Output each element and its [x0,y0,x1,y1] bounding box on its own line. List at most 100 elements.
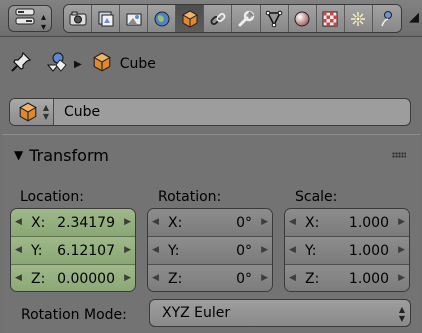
tab-modifiers[interactable] [232,5,261,32]
axis-label: Y: [168,242,180,259]
axis-label: X: [31,214,46,231]
decrement-arrow-icon[interactable]: ◀ [289,273,296,283]
field-value: 0.00000 [57,271,115,287]
scale-x-field[interactable]: ◀ X: 1.000 ▶ [285,209,409,237]
drag-handle-icon[interactable] [392,152,406,158]
decrement-arrow-icon[interactable]: ◀ [152,217,159,227]
tab-render[interactable] [64,5,93,32]
transform-panel-header[interactable]: ▼ Transform [2,135,420,175]
axis-label: Z: [31,271,46,287]
scale-label: Scale: [295,189,338,205]
rotation-x-field[interactable]: ◀ X: 0° ▶ [148,209,272,237]
object-name-input[interactable]: Cube [54,104,100,120]
increment-arrow-icon[interactable]: ▶ [124,217,131,227]
rotation-z-field[interactable]: ◀ Z: 0° ▶ [148,265,272,291]
particles-icon [351,11,366,26]
scene-icon [126,13,142,25]
field-value: 6.12107 [57,242,115,259]
field-value: 2.34179 [57,214,115,231]
rotation-mode-label: Rotation Mode: [21,307,127,323]
decrement-arrow-icon[interactable]: ◀ [289,245,296,255]
increment-arrow-icon[interactable]: ▶ [124,245,131,255]
axis-label: Y: [305,242,317,259]
field-value: 0° [236,242,252,259]
properties-header: ▴ ▾ ◢ [0,0,422,37]
chevron-updown-icon: ▲ ▼ [398,305,405,323]
axis-label: X: [305,214,320,231]
texture-icon [322,11,338,26]
tab-particles[interactable] [344,5,373,32]
rotation-mode-select[interactable]: XYZ Euler ▲ ▼ [149,299,411,327]
context-path: ▶ Cube [10,50,410,78]
editor-type-menu[interactable]: ▴ ▾ [8,5,52,33]
increment-arrow-icon[interactable]: ▶ [124,273,131,283]
object-name-field: ▲ ▼ Cube [9,98,411,126]
axis-label: Z: [305,271,320,287]
object-cube-icon [92,52,112,76]
world-icon [154,11,170,26]
tab-object[interactable] [176,5,205,32]
tab-world[interactable] [148,5,177,32]
material-icon [294,11,310,26]
rotation-column: ◀ X: 0° ▶ ◀ Y: 0° ▶ ◀ Z: 0° ▶ [147,208,273,292]
rotation-y-field[interactable]: ◀ Y: 0° ▶ [148,237,272,265]
increment-arrow-icon[interactable]: ▶ [261,273,268,283]
axis-label: Z: [168,271,183,287]
object-cube-icon [19,102,37,122]
scale-column: ◀ X: 1.000 ▶ ◀ Y: 1.000 ▶ ◀ Z: 1.000 ▶ [284,208,410,292]
scale-z-field[interactable]: ◀ Z: 1.000 ▶ [285,265,409,291]
panel-title: Transform [29,145,109,165]
scene-data-icon [46,51,68,77]
render-layers-icon [98,11,114,26]
tab-physics[interactable] [372,5,401,32]
render-icon [69,11,87,25]
modifiers-wrench-icon [238,10,255,26]
context-tabs [63,4,402,33]
field-value: 1.000 [348,242,389,259]
decrement-arrow-icon[interactable]: ◀ [15,273,22,283]
path-separator-icon: ▶ [74,58,82,70]
constraints-icon [210,12,226,25]
decrement-arrow-icon[interactable]: ◀ [152,245,159,255]
decrement-arrow-icon[interactable]: ◀ [15,217,22,227]
tab-scene[interactable] [120,5,149,32]
rotation-mode-value: XYZ Euler [162,305,231,321]
location-y-field[interactable]: ◀ Y: 6.12107 ▶ [11,237,135,265]
tab-object-data[interactable] [260,5,289,32]
collapse-triangle-icon[interactable]: ▼ [14,148,23,162]
object-browse-button[interactable]: ▲ ▼ [10,99,54,125]
object-cube-icon [181,9,198,28]
location-x-field[interactable]: ◀ X: 2.34179 ▶ [11,209,135,237]
decrement-arrow-icon[interactable]: ◀ [15,245,22,255]
chevron-updown-icon: ▲ ▼ [42,103,49,121]
physics-icon [381,10,392,26]
field-value: 1.000 [348,271,389,287]
tab-render-layers[interactable] [92,5,121,32]
increment-arrow-icon[interactable]: ▶ [398,217,405,227]
header-menu-arrow-icon[interactable]: ◢ [409,10,419,25]
increment-arrow-icon[interactable]: ▶ [398,273,405,283]
field-value: 0° [236,271,252,287]
increment-arrow-icon[interactable]: ▶ [398,245,405,255]
properties-editor-icon [15,8,35,30]
axis-label: Y: [31,242,43,259]
decrement-arrow-icon[interactable]: ◀ [152,273,159,283]
location-column: ◀ X: 2.34179 ▶ ◀ Y: 6.12107 ▶ ◀ Z: 0.000… [10,208,136,292]
location-z-field[interactable]: ◀ Z: 0.00000 ▶ [11,265,135,291]
object-data-mesh-icon [265,10,283,27]
increment-arrow-icon[interactable]: ▶ [261,245,268,255]
field-value: 0° [236,214,252,231]
transform-panel: ▼ Transform Location: ◀ X: 2.34179 ▶ ◀ Y… [2,134,420,333]
tab-material[interactable] [288,5,317,32]
chevron-updown-icon: ▴ ▾ [40,12,46,33]
decrement-arrow-icon[interactable]: ◀ [289,217,296,227]
rotation-label: Rotation: [158,189,222,205]
pin-icon[interactable] [10,51,32,77]
tab-texture[interactable] [316,5,345,32]
path-object-name: Cube [119,56,156,72]
tab-constraints[interactable] [204,5,233,32]
scale-y-field[interactable]: ◀ Y: 1.000 ▶ [285,237,409,265]
axis-label: X: [168,214,183,231]
increment-arrow-icon[interactable]: ▶ [261,217,268,227]
field-value: 1.000 [348,214,389,231]
